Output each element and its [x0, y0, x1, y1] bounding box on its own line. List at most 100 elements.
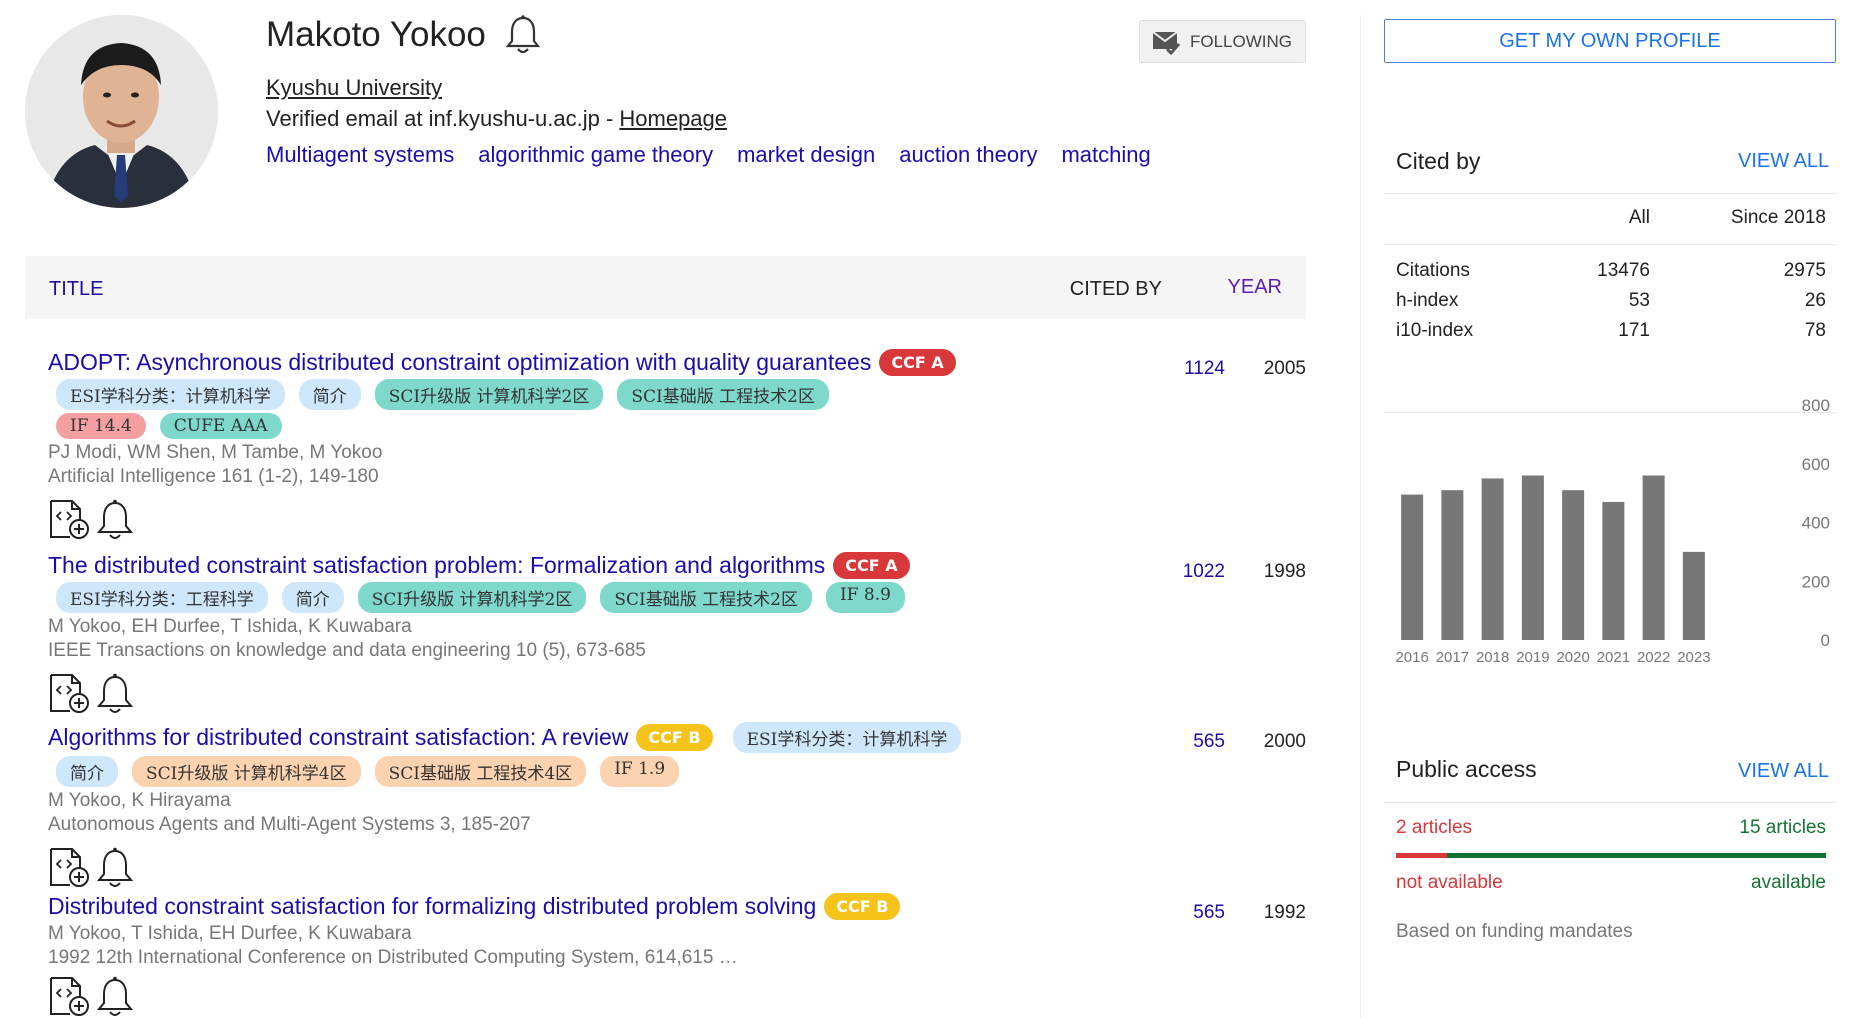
stat-label: Citations	[1396, 260, 1470, 281]
divider	[1384, 802, 1836, 803]
stat-all: 53	[1628, 290, 1650, 311]
cited-by-count[interactable]: 565	[1125, 902, 1225, 924]
stat-since: 2975	[1783, 260, 1826, 281]
bell-icon[interactable]	[94, 498, 136, 540]
tag-badge: IF 1.9	[600, 756, 680, 787]
code-file-add-icon[interactable]	[48, 672, 90, 714]
articles-table-header: TITLE CITED BY YEAR	[25, 256, 1306, 319]
article-actions	[48, 846, 1306, 888]
year-sort-header[interactable]: YEAR	[1228, 276, 1282, 299]
interest-link[interactable]: algorithmic game theory	[478, 142, 713, 168]
available-count[interactable]: 15 articles	[1739, 817, 1826, 839]
bell-icon[interactable]	[94, 846, 136, 888]
tag-badge: SCI基础版 工程技术2区	[600, 582, 812, 613]
code-file-add-icon[interactable]	[48, 498, 90, 540]
tag-badge: IF 8.9	[825, 582, 905, 613]
interests-list: Multiagent systems algorithmic game theo…	[266, 142, 1151, 168]
ccf-badge: CCF A	[879, 349, 956, 376]
homepage-link[interactable]: Homepage	[619, 106, 727, 131]
name-row: Makoto Yokoo	[266, 14, 542, 56]
chart-bar-2018[interactable]	[1481, 478, 1504, 640]
chart-bar-2020[interactable]	[1562, 490, 1585, 640]
tag-badge: ESI学科分类：计算机科学	[732, 722, 962, 753]
article-title-link[interactable]: Distributed constraint satisfaction for …	[48, 893, 816, 920]
interest-link[interactable]: market design	[737, 142, 875, 168]
article-year: 1992	[1263, 902, 1306, 923]
article-row: The distributed constraint satisfaction …	[48, 552, 1306, 714]
public-access-title: Public access	[1396, 756, 1537, 782]
bell-icon[interactable]	[504, 14, 542, 56]
stat-since: 26	[1804, 290, 1826, 311]
article-title-link[interactable]: The distributed constraint satisfaction …	[48, 552, 825, 579]
article-venue: 1992 12th International Conference on Di…	[48, 947, 738, 968]
code-file-add-icon[interactable]	[48, 975, 90, 1017]
not-available-label: not available	[1396, 872, 1503, 893]
article-year: 2000	[1263, 731, 1306, 752]
chart-bar-2023[interactable]	[1682, 551, 1705, 640]
tag-badge: SCI升级版 计算机科学2区	[357, 582, 587, 613]
email-row: Verified email at inf.kyushu-u.ac.jp - H…	[266, 106, 727, 132]
chart-bar-2022[interactable]	[1642, 475, 1665, 641]
cited-by-count[interactable]: 1124	[1125, 358, 1225, 380]
divider	[1384, 412, 1836, 413]
x-tick-label: 2020	[1556, 649, 1589, 666]
cited-by-count[interactable]: 1022	[1125, 561, 1225, 583]
stat-label: i10-index	[1396, 320, 1474, 341]
funding-mandates-note: Based on funding mandates	[1396, 921, 1633, 942]
article-year: 1998	[1263, 561, 1306, 582]
following-button[interactable]: FOLLOWING	[1139, 20, 1306, 63]
affiliation-link[interactable]: Kyushu University	[266, 75, 442, 101]
profile-name: Makoto Yokoo	[266, 15, 486, 54]
chart-bar-2016[interactable]	[1401, 494, 1424, 640]
not-available-bar-segment	[1396, 853, 1447, 858]
public-access-view-all-link[interactable]: VIEW ALL	[1738, 760, 1829, 783]
cited-by-sort-header[interactable]: CITED BY	[1070, 278, 1162, 301]
x-tick-label: 2019	[1516, 649, 1549, 666]
article-venue: Autonomous Agents and Multi-Agent System…	[48, 814, 531, 835]
avatar	[25, 15, 218, 208]
column-divider	[1360, 15, 1361, 1018]
get-my-own-profile-button[interactable]: GET MY OWN PROFILE	[1384, 19, 1836, 63]
tag-badge[interactable]: 简介	[56, 756, 118, 787]
divider	[1384, 193, 1836, 194]
x-tick-label: 2018	[1476, 649, 1509, 666]
tag-badge[interactable]: 简介	[298, 379, 361, 410]
interest-link[interactable]: Multiagent systems	[266, 142, 454, 168]
article-venue: Artificial Intelligence 161 (1-2), 149-1…	[48, 466, 379, 487]
cited-by-title: Cited by	[1396, 148, 1481, 174]
article-row: Algorithms for distributed constraint sa…	[48, 722, 1306, 888]
mail-check-icon	[1152, 30, 1180, 55]
cited-by-count[interactable]: 565	[1125, 731, 1225, 753]
stat-all: 13476	[1597, 260, 1650, 281]
article-title-link[interactable]: ADOPT: Asynchronous distributed constrai…	[48, 349, 871, 376]
ccf-badge: CCF B	[824, 893, 901, 920]
tag-badge: SCI基础版 工程技术4区	[374, 756, 587, 787]
interest-link[interactable]: auction theory	[899, 142, 1037, 168]
following-label: FOLLOWING	[1190, 31, 1293, 51]
article-title-link[interactable]: Algorithms for distributed constraint sa…	[48, 724, 628, 751]
code-file-add-icon[interactable]	[48, 846, 90, 888]
tag-badge: ESI学科分类：计算机科学	[56, 379, 285, 410]
available-label: available	[1751, 872, 1826, 893]
x-tick-label: 2021	[1597, 649, 1630, 666]
chart-bar-2019[interactable]	[1521, 475, 1544, 641]
article-authors: PJ Modi, WM Shen, M Tambe, M Yokoo	[48, 442, 383, 463]
y-tick-label: 200	[1802, 572, 1830, 591]
stat-all: 171	[1618, 320, 1650, 341]
not-available-count[interactable]: 2 articles	[1396, 817, 1472, 839]
title-sort-header[interactable]: TITLE	[49, 278, 103, 301]
cited-by-view-all-link[interactable]: VIEW ALL	[1738, 150, 1829, 173]
x-tick-label: 2023	[1677, 649, 1710, 666]
tag-badge: CUFE AAA	[159, 413, 282, 439]
article-authors: M Yokoo, K Hirayama	[48, 790, 231, 811]
bell-icon[interactable]	[94, 672, 136, 714]
chart-bar-2017[interactable]	[1441, 490, 1464, 640]
bell-icon[interactable]	[94, 975, 136, 1017]
ccf-badge: CCF B	[636, 724, 713, 751]
tag-badge[interactable]: 简介	[281, 582, 344, 613]
tag-badge: ESI学科分类：工程科学	[56, 582, 268, 613]
article-year: 2005	[1263, 358, 1306, 379]
interest-link[interactable]: matching	[1061, 142, 1150, 168]
article-actions	[48, 975, 1306, 1017]
chart-bar-2021[interactable]	[1602, 501, 1625, 640]
